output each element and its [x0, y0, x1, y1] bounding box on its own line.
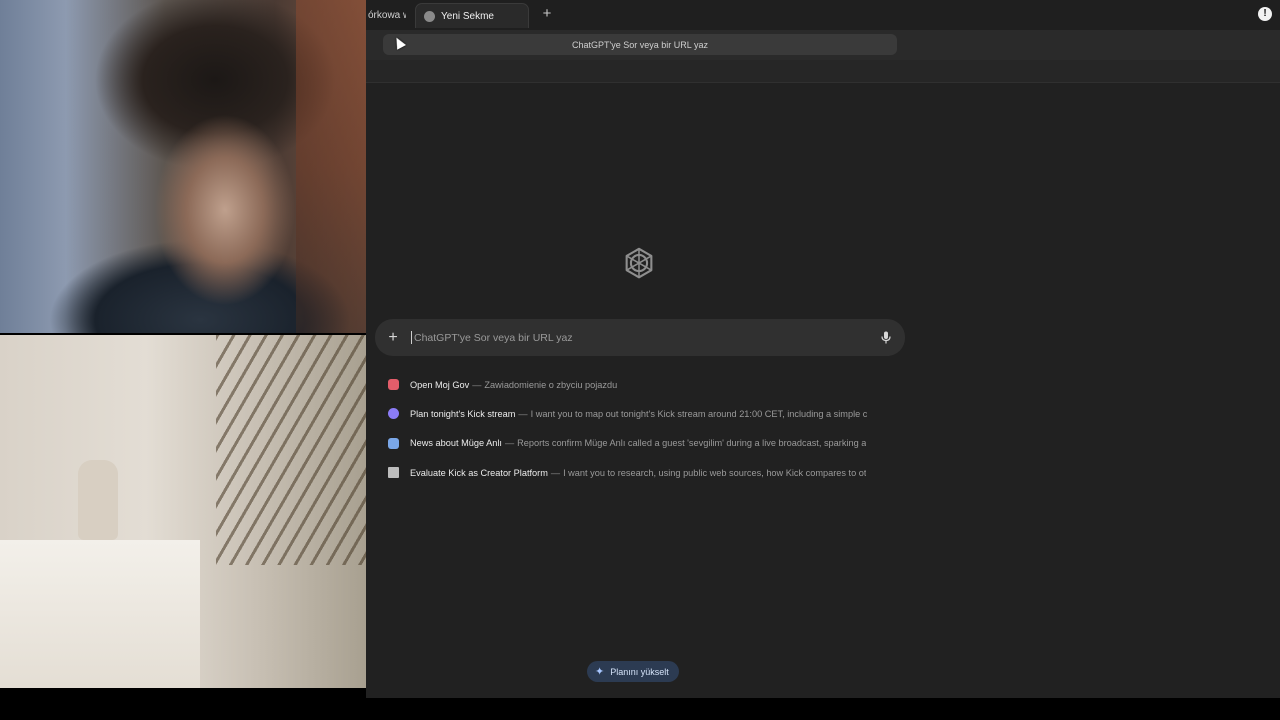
suggestion-description: I want you to map out tonight's Kick str…	[530, 408, 868, 419]
tab-label: órkowa w	[368, 10, 406, 21]
background-plant	[216, 335, 366, 565]
tab-new-tab[interactable]: Yeni Sekme	[415, 3, 529, 28]
address-bar-placeholder: ChatGPT'ye Sor veya bir URL yaz	[572, 39, 708, 50]
globe-icon	[424, 10, 435, 22]
tab-strip: órkowa w Yeni Sekme + !	[366, 0, 1280, 30]
background-mantel	[0, 540, 200, 688]
chat-bubble-icon	[388, 408, 399, 420]
document-icon	[388, 437, 399, 449]
suggestion-separator: —	[472, 379, 482, 390]
plus-icon[interactable]: +	[375, 329, 411, 347]
sparkle-icon: ✦	[595, 666, 605, 678]
suggestion-description: Reports confirm Müge Anlı called a guest…	[517, 438, 867, 449]
search-input[interactable]	[411, 331, 867, 344]
browser-window: órkowa w Yeni Sekme + ! ChatGPT'ye Sor v…	[366, 0, 1280, 698]
suggestion-item[interactable]: Evaluate Kick as Creator Platform — I wa…	[388, 458, 892, 487]
webcam-feed-bottom	[0, 335, 366, 688]
suggestion-title: Open Moj Gov	[410, 379, 470, 390]
search-bar: +	[375, 319, 905, 356]
address-bar[interactable]: ChatGPT'ye Sor veya bir URL yaz	[383, 34, 897, 55]
suggestion-item[interactable]: News about Müge Anlı — Reports confirm M…	[388, 429, 892, 458]
suggestion-title: News about Müge Anlı	[410, 438, 502, 449]
browser-toolbar: ChatGPT'ye Sor veya bir URL yaz	[366, 30, 1280, 60]
new-tab-page: + Open Moj Gov — Zawiadomienie o zbyciu …	[366, 84, 1280, 698]
upgrade-plan-label: Planını yükselt	[610, 666, 669, 677]
upgrade-plan-button[interactable]: ✦ Planını yükselt	[587, 661, 679, 682]
suggestion-title: Evaluate Kick as Creator Platform	[410, 467, 548, 478]
background-vase	[78, 460, 118, 540]
bookmarks-bar	[366, 60, 1280, 83]
tab-previous[interactable]: órkowa w	[366, 3, 406, 28]
telescope-icon	[388, 467, 399, 479]
suggestion-separator: —	[550, 467, 561, 478]
new-tab-button[interactable]: +	[539, 6, 555, 22]
tab-label: Yeni Sekme	[441, 10, 494, 22]
suggestion-title: Plan tonight's Kick stream	[410, 408, 516, 419]
suggestion-description: I want you to research, using public web…	[563, 467, 867, 478]
suggestion-separator: —	[518, 408, 528, 419]
profile-icon[interactable]: !	[1258, 7, 1272, 21]
flag-icon	[388, 379, 399, 391]
suggestion-item[interactable]: Plan tonight's Kick stream — I want you …	[388, 399, 892, 428]
chatgpt-logo-icon	[625, 247, 653, 279]
microphone-icon[interactable]	[867, 331, 905, 344]
suggestion-list: Open Moj Gov — Zawiadomienie o zbyciu po…	[388, 370, 892, 487]
suggestion-description: Zawiadomienie o zbyciu pojazdu	[484, 379, 618, 390]
suggestion-separator: —	[504, 438, 515, 449]
suggestion-item[interactable]: Open Moj Gov — Zawiadomienie o zbyciu po…	[388, 370, 892, 399]
webcam-feed-top	[0, 0, 366, 333]
